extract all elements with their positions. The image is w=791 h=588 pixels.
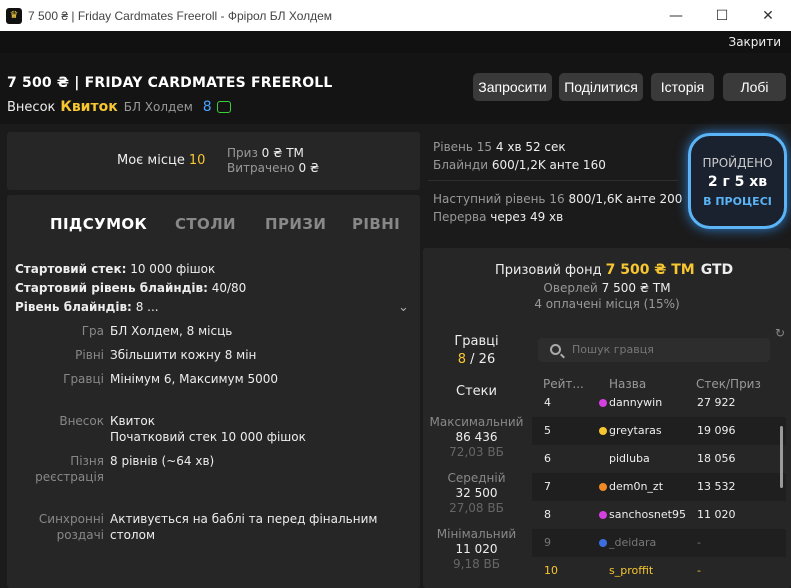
my-prize-info: Приз 0 ₴ ТМ Витрачено 0 ₴ bbox=[227, 146, 320, 175]
overlay: Оверлей 7 500 ₴ ТМ bbox=[543, 281, 671, 295]
levels-key: Рівні bbox=[75, 348, 104, 362]
prize-pool: Призовий фонд 7 500 ₴ ТМ GTD bbox=[495, 262, 734, 278]
elapsed-label: ПРОЙДЕНО bbox=[702, 156, 773, 170]
sync-key: Синхронні роздачі bbox=[38, 512, 104, 542]
players-value: Мінімум 6, Максимум 5000 bbox=[110, 372, 279, 386]
sync-value: Активується на баблі та перед фінальним … bbox=[110, 512, 378, 542]
maximize-button[interactable]: ☐ bbox=[699, 0, 745, 31]
avg-stack-label: Середній bbox=[447, 471, 506, 485]
avg-stack-bb: 27,08 ВБ bbox=[449, 501, 504, 515]
players-key: Гравці bbox=[63, 372, 104, 386]
window-close-button[interactable]: ✕ bbox=[745, 0, 791, 31]
tab-tables[interactable]: СТОЛИ bbox=[175, 215, 236, 233]
table-row[interactable]: 7 dem0n_zt 13 532 bbox=[532, 473, 786, 501]
prize-panel: Призовий фонд 7 500 ₴ ТМ GTD Оверлей 7 500… bbox=[423, 248, 791, 588]
max-stack-value: 86 436 bbox=[455, 430, 498, 444]
table-row[interactable]: 8 sanchosnet95 11 020 bbox=[532, 501, 786, 529]
level-divider bbox=[428, 180, 678, 181]
min-stack-value: 11 020 bbox=[455, 542, 498, 556]
players-count: 8 / 26 bbox=[457, 352, 496, 367]
ticket-label: Квиток bbox=[60, 99, 118, 115]
next-level: Наступний рівень 16 800/1,6K анте 200 bbox=[433, 192, 683, 206]
refresh-icon[interactable]: ↻ bbox=[775, 326, 785, 340]
late-reg-value: 8 рівнів (~64 хв) bbox=[110, 454, 215, 468]
game-type: БЛ Холдем bbox=[123, 100, 193, 114]
min-stack-bb: 9,18 ВБ bbox=[453, 557, 500, 571]
buyin-key: Внесок bbox=[59, 414, 104, 428]
players-label: Гравці bbox=[454, 334, 499, 349]
blind-level: Рівень блайндів: 8 ... bbox=[15, 300, 159, 314]
top-bar: Закрити bbox=[0, 31, 791, 53]
max-stack-bb: 72,03 ВБ bbox=[449, 445, 504, 459]
status-dot-icon bbox=[599, 539, 607, 547]
lobby-button[interactable]: Лобі bbox=[723, 73, 786, 101]
table-scrollbar[interactable] bbox=[780, 426, 783, 488]
status-dot-icon bbox=[599, 483, 607, 491]
app-logo-icon: ♛ bbox=[6, 7, 22, 24]
my-place-value: 10 bbox=[188, 153, 206, 168]
tournament-subtitle: Внесок Квиток БЛ Холдем 8 bbox=[7, 99, 231, 115]
tab-levels[interactable]: РІВНІ bbox=[352, 215, 400, 233]
tournament-name: 7 500 ₴ | FRIDAY CARDMATES FREEROLL bbox=[7, 75, 333, 91]
max-stack-label: Максимальний bbox=[429, 415, 524, 429]
table-row[interactable]: 10 s_proffit - bbox=[532, 557, 786, 585]
elapsed-timer: ПРОЙДЕНО 2 г 5 хв В ПРОЦЕСІ bbox=[688, 133, 787, 229]
buyin-value: Квиток Початковий стек 10 000 фішок bbox=[110, 414, 306, 444]
blinds-info: Блайнди 600/1,2K анте 160 bbox=[433, 158, 606, 172]
status-dot-icon bbox=[599, 511, 607, 519]
my-place: Моє місце 10 bbox=[117, 153, 206, 168]
tab-bar: ПІДСУМОК СТОЛИ ПРИЗИ РІВНІ bbox=[7, 215, 420, 239]
minimize-button[interactable]: — bbox=[653, 0, 699, 31]
game-value: БЛ Холдем, 8 місць bbox=[110, 324, 233, 338]
status-dot-icon bbox=[599, 427, 607, 435]
chevron-down-icon[interactable]: ⌄ bbox=[398, 300, 409, 315]
close-lobby-link[interactable]: Закрити bbox=[729, 35, 782, 49]
search-icon bbox=[550, 344, 561, 355]
table-size: 8 bbox=[202, 99, 212, 115]
table-row[interactable]: 5 greytaras 19 096 bbox=[532, 417, 786, 445]
tab-prizes[interactable]: ПРИЗИ bbox=[265, 215, 326, 233]
tournament-header: 7 500 ₴ | FRIDAY CARDMATES FREEROLL Внес… bbox=[0, 53, 791, 124]
starting-stack: Стартовий стек: 10 000 фішок bbox=[15, 262, 216, 276]
history-button[interactable]: Історія bbox=[651, 73, 714, 101]
stacks-label: Стеки bbox=[456, 384, 497, 399]
levels-value: Збільшити кожну 8 мін bbox=[110, 348, 257, 362]
share-button[interactable]: Поділитися bbox=[559, 73, 643, 101]
paid-places: 4 оплачені місця (15%) bbox=[534, 297, 680, 311]
avg-stack-value: 32 500 bbox=[455, 486, 498, 500]
game-key: Гра bbox=[81, 324, 104, 338]
tournament-status: В ПРОЦЕСІ bbox=[703, 195, 772, 208]
player-search[interactable]: Пошук гравця bbox=[538, 338, 770, 362]
search-input[interactable]: Пошук гравця bbox=[572, 343, 654, 356]
current-level: Рівень 15 4 хв 52 сек bbox=[433, 140, 566, 154]
status-dot-icon bbox=[599, 399, 607, 407]
elapsed-value: 2 г 5 хв bbox=[707, 174, 768, 190]
summary-panel: ПІДСУМОК СТОЛИ ПРИЗИ РІВНІ Стартовий сте… bbox=[7, 195, 420, 588]
starting-blinds: Стартовий рівень блайндів: 40/80 bbox=[15, 281, 247, 295]
level-info: Рівень 15 4 хв 52 сек Блайнди 600/1,2K а… bbox=[433, 138, 682, 226]
min-stack-label: Мінімальний bbox=[436, 527, 517, 541]
invite-button[interactable]: Запросити bbox=[473, 73, 552, 101]
break-info: Перерва через 49 хв bbox=[433, 210, 564, 224]
table-row[interactable]: 4 dannywin 27 922 bbox=[532, 389, 786, 417]
my-place-panel: Моє місце 10 Приз 0 ₴ ТМ Витрачено 0 ₴ bbox=[7, 132, 420, 190]
window-controls: — ☐ ✕ bbox=[653, 0, 791, 31]
window-title: 7 500 ₴ | Friday Cardmates Freeroll - Фр… bbox=[28, 8, 333, 23]
tab-summary[interactable]: ПІДСУМОК bbox=[50, 215, 147, 233]
window-titlebar: ♛ 7 500 ₴ | Friday Cardmates Freeroll - … bbox=[0, 0, 791, 31]
table-row[interactable]: 6 pidluba 18 056 bbox=[532, 445, 786, 473]
table-row[interactable]: 9 _deidara - bbox=[532, 529, 786, 557]
buyin-label: Внесок bbox=[7, 99, 56, 115]
players-icon bbox=[216, 101, 231, 113]
late-reg-key: Пізня реєстрація bbox=[35, 454, 104, 484]
